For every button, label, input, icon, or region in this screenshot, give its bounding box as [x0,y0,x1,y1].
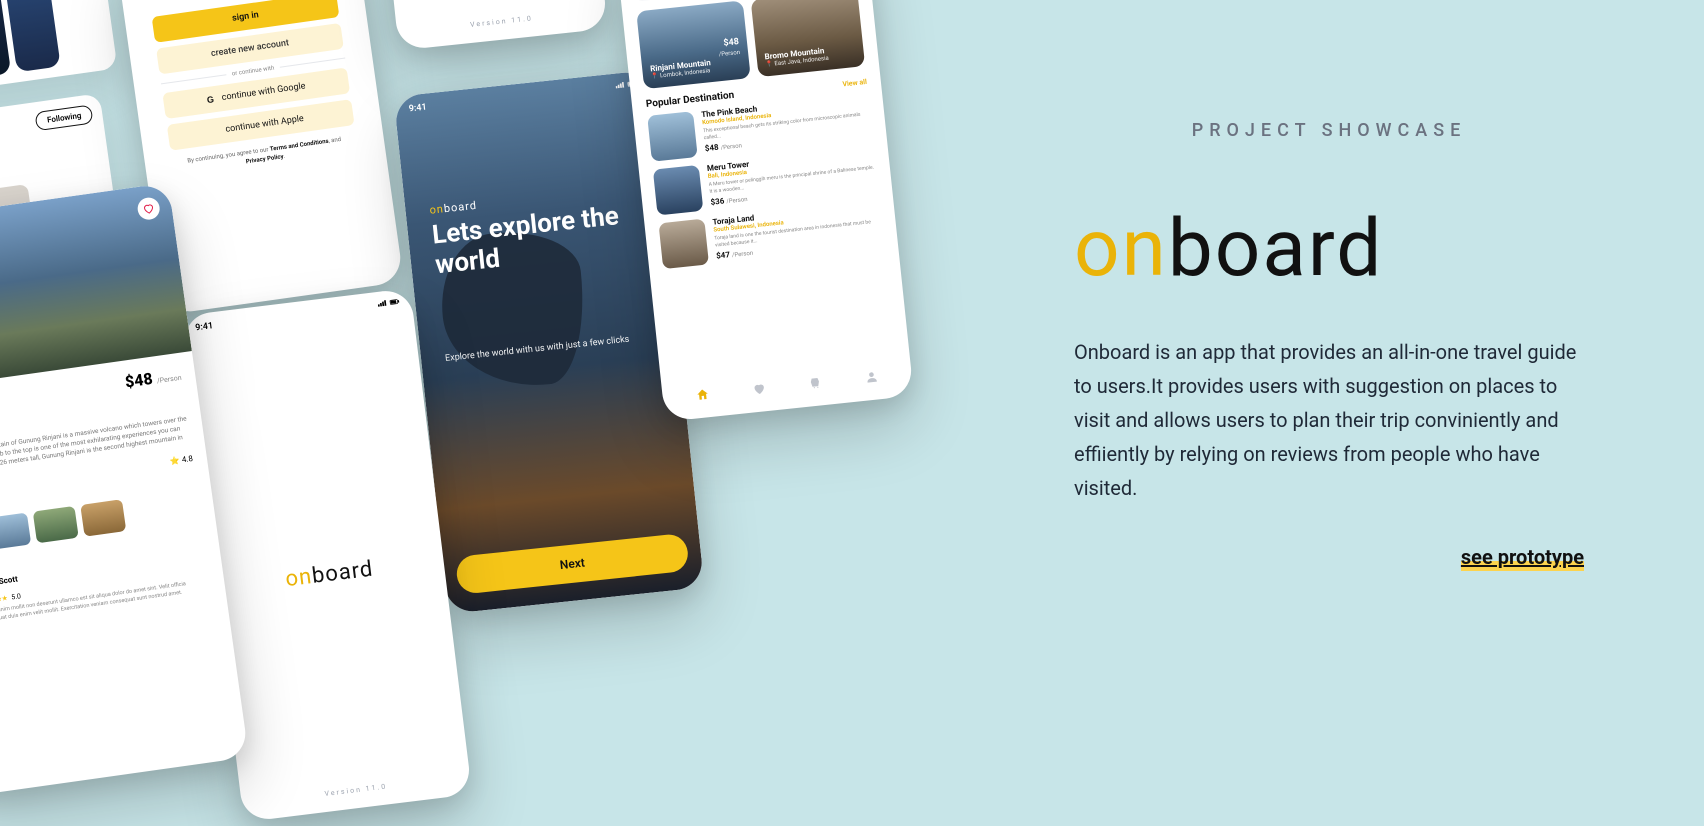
star-icons: ★★★★★ [0,594,8,606]
detail-screen: $48 /Person njani Mountain Lombok, Indon… [0,183,249,798]
hero-subtitle: Explore the world with us with just a fe… [445,334,631,366]
create-account-button[interactable]: create new account [156,23,344,75]
gallery-thumb [3,0,60,72]
preview-thumb[interactable] [33,506,79,544]
detail-hero-image [0,183,192,392]
list-title: Toraja Land [712,200,880,227]
gallery-card [0,0,118,91]
list-location: Komodo Island, Indonesia [702,102,870,127]
project-description: Onboard is an app that provides an all-i… [1074,335,1584,505]
bottom-nav [673,361,900,410]
favorite-button[interactable] [136,196,161,221]
list-item[interactable]: The Pink Beach Komodo Island, Indonesia … [647,93,873,162]
reviews-label: Reviews (99) [0,533,205,579]
list-thumb [647,111,698,162]
version-label: Version 11.0 [470,14,533,29]
list-price: $47 [716,250,731,260]
logo-suffix: board [1168,201,1384,295]
see-prototype-link[interactable]: see prototype [1461,545,1584,569]
detail-title: njani Mountain [0,388,185,437]
cart-icon[interactable] [808,375,823,390]
list-title: Meru Tower [707,146,875,173]
terms-text: By continuing, you agree to our Terms an… [159,131,371,178]
status-icons [377,297,400,311]
terms-link[interactable]: Terms and Conditions [269,138,329,153]
list-item[interactable]: Meru Tower Bali, Indonesia A Meru tower … [653,146,879,215]
category-pill-mountain[interactable]: Mountain [633,0,694,2]
list-desc: Toraja land is one the tourist destinati… [714,218,882,248]
list-price: $48 [704,143,719,153]
following-button[interactable]: Following [35,104,94,131]
status-time: 9:41 [195,321,214,333]
brand-logo-small: onboard [429,199,478,217]
destinations-screen: Category Mountain Waterfall River $48 /P… [616,0,914,422]
version-screen: Version 11.0 [382,0,608,51]
next-button[interactable]: Next [455,533,690,595]
list-desc: A Meru tower or pelinggih meru is the pr… [708,164,876,194]
pin-icon [765,61,773,69]
user-icon[interactable] [864,369,879,384]
list-location: South Sulawesi, Indonesia [713,209,881,234]
product-thumb [0,184,34,239]
eyebrow-text: PROJECT SHOWCASE [1074,120,1584,141]
list-per: /Person [732,250,754,259]
hero-screen: 9:41 onboard Lets explore the world Expl… [394,70,705,614]
detail-text: The mighty Rinjani mountain of Gunung Ri… [0,414,192,486]
hero-title: Lets explore the world [431,200,643,281]
divider: or continue with [160,55,346,88]
destination-name: Bromo Mountain [764,43,855,61]
status-icons [615,79,638,92]
destination-location: East Java, Indonesia [765,52,856,68]
list-thumb [658,219,709,270]
destination-name: Rinjani Mountain [650,55,741,73]
continue-google-button[interactable]: G continue with Google [162,67,350,119]
review-score: 5.0 [11,593,22,602]
detail-location: Lombok, Indonesia [0,402,186,446]
gallery-thumb [0,0,11,79]
sign-in-button[interactable]: sign in [151,0,339,43]
brand-logo-small: onboard [284,556,375,592]
continue-apple-button[interactable]: continue with Apple [167,99,355,151]
list-item[interactable]: Toraja Land South Sulawesi, Indonesia To… [658,200,884,269]
list-per: /Person [726,196,748,205]
brand-logo: onboard [1074,201,1584,295]
profile-card: rift Following ore inue [0,93,119,257]
price: $48 [723,37,739,49]
review-item: Yusuf Scott ★★★★★ 5.0 Amet minim mollit … [0,548,212,628]
splash-screen: 9:41 onboard Version 11.0 [182,288,472,822]
list-desc: This exceptional beach gets its striking… [703,111,871,141]
google-icon: G [206,94,214,105]
list-per: /Person [720,142,742,151]
logo-prefix: on [1074,201,1168,295]
view-all-link[interactable]: View all [842,77,867,88]
list-price: $36 [710,196,725,206]
destination-card[interactable]: Bromo Mountain East Java, Indonesia [751,0,866,77]
heart-icon[interactable] [751,381,766,396]
home-icon[interactable] [695,387,710,402]
section-title: Popular Destination [645,90,734,110]
rating: ⭐ 4.8 [169,454,193,466]
destination-location: Lombok, Indonesia [651,64,742,80]
signin-screen: onboard The whole world awaits you. sign… [116,0,404,315]
reviewer-name: Yusuf Scott [0,548,207,589]
list-title: The Pink Beach [701,93,869,120]
pin-icon [651,73,659,81]
list-location: Bali, Indonesia [707,155,875,180]
preview-thumb[interactable] [80,500,126,538]
preview-label: Preview [0,473,196,519]
review-text: Amet minim mollit non deserunt ullamco e… [0,578,212,624]
destination-card[interactable]: $48 /Person Rinjani Mountain Lombok, Ind… [636,0,751,89]
list-thumb [653,165,704,216]
price: $48 [124,369,154,392]
tagline: The whole world awaits you. [136,0,347,9]
price-per: /Person [719,49,741,58]
preview-thumb[interactable] [0,513,31,551]
status-time: 9:41 [408,102,427,114]
version-label: Version 11.0 [241,772,470,808]
price-per: /Person [156,374,182,385]
privacy-link[interactable]: Privacy Policy [245,153,284,165]
